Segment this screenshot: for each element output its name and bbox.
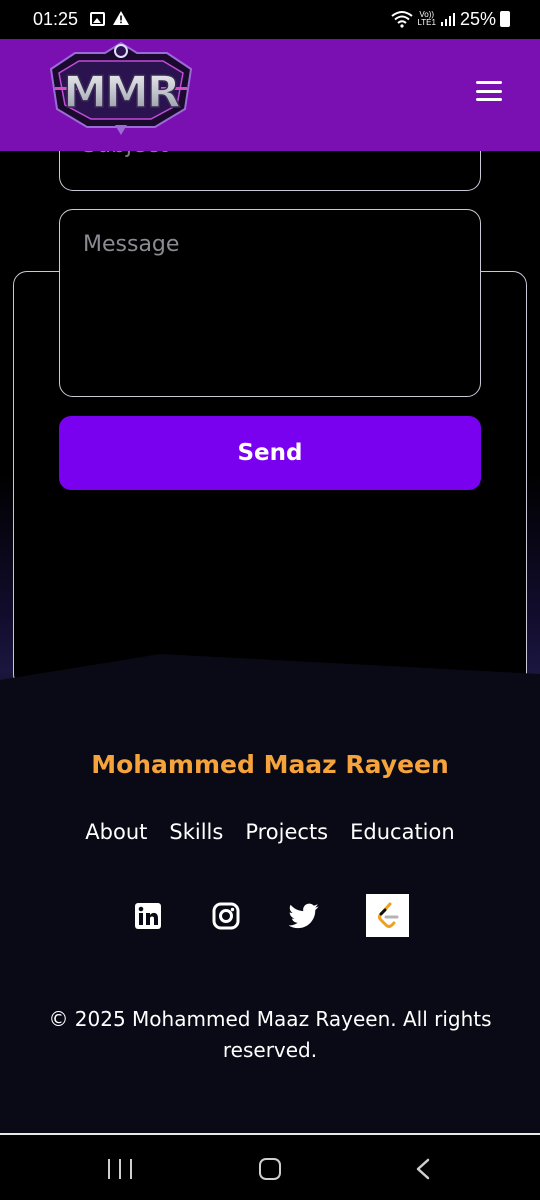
volte-indicator: Vo)) LTE1: [417, 11, 436, 27]
footer-link-education[interactable]: Education: [350, 820, 455, 844]
leetcode-icon[interactable]: [366, 894, 409, 937]
footer-link-projects[interactable]: Projects: [245, 820, 328, 844]
copyright-text: © 2025 Mohammed Maaz Rayeen. All rights …: [48, 1007, 492, 1062]
recent-apps-icon[interactable]: [108, 1159, 132, 1179]
footer-nav: About Skills Projects Education: [0, 820, 540, 844]
social-links: [0, 894, 540, 938]
home-icon[interactable]: [259, 1158, 281, 1180]
volte-bottom-text: LTE1: [417, 18, 436, 27]
footer-link-skills[interactable]: Skills: [169, 820, 223, 844]
footer-author-name: Mohammed Maaz Rayeen: [91, 750, 449, 779]
twitter-icon[interactable]: [282, 894, 326, 938]
system-nav-bar: [0, 1133, 540, 1200]
svg-text:MMR: MMR: [63, 67, 180, 118]
message-field[interactable]: [59, 209, 481, 397]
message-input[interactable]: [60, 210, 480, 396]
status-time: 01:25: [33, 9, 79, 29]
battery-percent: 25%: [459, 8, 496, 29]
status-bar: 01:25 Vo)) LTE1 25%: [0, 0, 540, 39]
wifi-icon: [391, 11, 414, 28]
battery-icon: [500, 11, 510, 27]
back-icon[interactable]: [414, 1158, 432, 1180]
instagram-icon[interactable]: [204, 894, 248, 938]
linkedin-icon[interactable]: [126, 894, 170, 938]
site-header: MMR: [0, 39, 540, 151]
gallery-notification-icon: [90, 12, 105, 26]
signal-icon: [440, 13, 455, 26]
footer-link-about[interactable]: About: [85, 820, 147, 844]
warning-icon: [113, 11, 129, 25]
send-button[interactable]: Send: [59, 416, 481, 490]
hamburger-menu-icon[interactable]: [476, 81, 502, 101]
mmr-logo[interactable]: MMR: [45, 39, 197, 137]
